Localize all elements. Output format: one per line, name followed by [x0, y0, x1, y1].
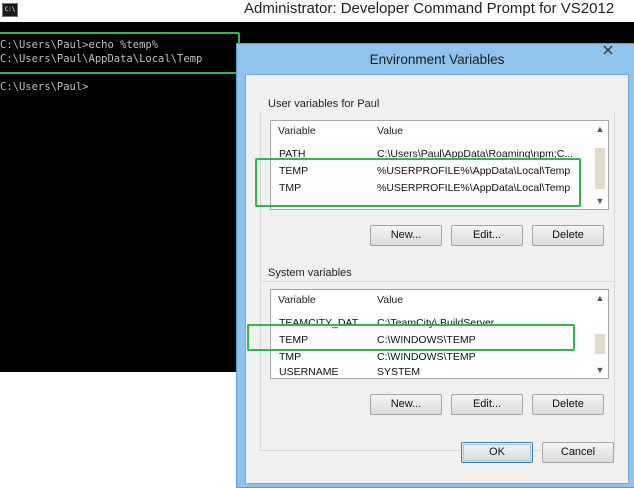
vertical-scrollbar[interactable]: ▲ ▼ — [592, 290, 608, 378]
column-header-value[interactable]: Value — [377, 125, 403, 137]
vertical-scrollbar[interactable]: ▲ ▼ — [592, 121, 608, 209]
list-header[interactable]: Variable Value — [271, 121, 608, 142]
variable-name: TEMP — [279, 334, 309, 346]
user-variables-label: User variables for Paul — [268, 98, 384, 110]
user-new-button[interactable]: New... — [370, 225, 442, 246]
variable-name: TMP — [279, 182, 302, 194]
system-variables-list[interactable]: Variable Value TEAMCITY_DAT... C:\TeamCi… — [270, 289, 609, 379]
cmd-title-bar[interactable]: C:\ Administrator: Developer Command Pro… — [0, 0, 634, 22]
variable-value: SYSTEM — [377, 366, 421, 378]
scroll-down-icon[interactable]: ▼ — [592, 362, 608, 378]
ok-button[interactable]: OK — [461, 442, 533, 463]
scrollbar-thumb[interactable] — [595, 334, 605, 354]
console-line: C:\Users\Paul>echo %temp% — [0, 39, 159, 51]
cmd-app-icon[interactable]: C:\ — [2, 3, 18, 17]
system-new-button[interactable]: New... — [370, 394, 442, 415]
user-variables-list[interactable]: Variable Value PATH C:\Users\Paul\AppDat… — [270, 120, 609, 210]
environment-variables-dialog: Environment Variables User variables for… — [236, 43, 634, 488]
console-line: C:\Users\Paul\AppData\Local\Temp — [0, 53, 203, 65]
user-delete-button[interactable]: Delete — [532, 225, 604, 246]
dialog-title: Environment Variables — [369, 52, 505, 67]
column-header-variable[interactable]: Variable — [278, 125, 316, 137]
table-row[interactable]: TEMP %USERPROFILE%\AppData\Local\Temp — [271, 163, 587, 180]
table-row[interactable]: TEMP C:\WINDOWS\TEMP — [271, 332, 587, 349]
dialog-body: User variables for Paul Variable Value P… — [245, 74, 629, 484]
variable-value: %USERPROFILE%\AppData\Local\Temp — [377, 165, 571, 177]
user-edit-button[interactable]: Edit... — [451, 225, 523, 246]
variable-name: TMP — [279, 351, 302, 363]
system-edit-button[interactable]: Edit... — [451, 394, 523, 415]
variable-name: TEMP — [279, 165, 309, 177]
table-row[interactable]: TEAMCITY_DAT... C:\TeamCity\.BuildServer — [271, 315, 587, 332]
scroll-up-icon[interactable]: ▲ — [592, 121, 608, 137]
table-row[interactable]: TMP %USERPROFILE%\AppData\Local\Temp — [271, 180, 587, 197]
system-variables-label: System variables — [268, 267, 356, 279]
cancel-button[interactable]: Cancel — [542, 442, 614, 463]
close-icon[interactable] — [603, 45, 613, 55]
variable-name: USERNAME — [279, 366, 339, 378]
column-header-variable[interactable]: Variable — [278, 294, 316, 306]
variable-value: %USERPROFILE%\AppData\Local\Temp — [377, 182, 571, 194]
variable-value: C:\WINDOWS\TEMP — [377, 334, 476, 346]
scrollbar-thumb[interactable] — [595, 148, 605, 189]
variable-value: C:\TeamCity\.BuildServer — [377, 317, 495, 329]
table-row[interactable]: PATH C:\Users\Paul\AppData\Roaming\npm;C… — [271, 146, 587, 163]
variable-name: TEAMCITY_DAT... — [279, 317, 366, 329]
system-delete-button[interactable]: Delete — [532, 394, 604, 415]
list-header[interactable]: Variable Value — [271, 290, 608, 311]
cmd-window-title: Administrator: Developer Command Prompt … — [244, 0, 615, 17]
column-header-value[interactable]: Value — [377, 294, 403, 306]
table-row[interactable]: USERNAME SYSTEM — [271, 364, 587, 378]
variable-value: C:\Users\Paul\AppData\Roaming\npm;C... — [377, 148, 574, 160]
variable-name: PATH — [279, 148, 306, 160]
scroll-up-icon[interactable]: ▲ — [592, 290, 608, 306]
variable-value: C:\WINDOWS\TEMP — [377, 351, 476, 363]
scroll-down-icon[interactable]: ▼ — [592, 193, 608, 209]
console-prompt: C:\Users\Paul> — [0, 81, 89, 93]
